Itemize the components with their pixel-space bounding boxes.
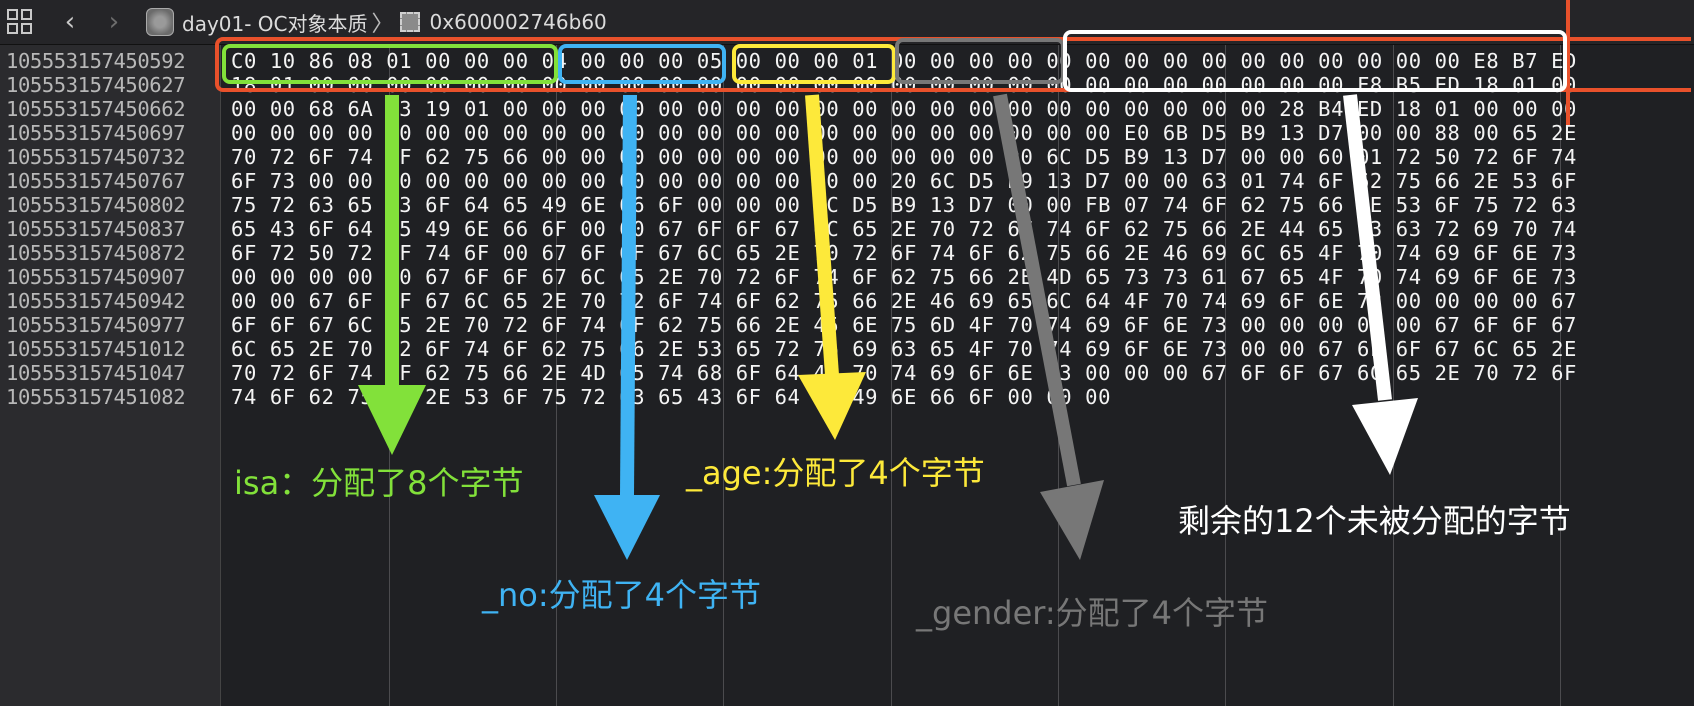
gender-arrow (993, 93, 1104, 560)
no-label: _no:分配了4个字节 (482, 576, 762, 614)
remaining-arrow (1343, 94, 1418, 475)
age-label: _age:分配了4个字节 (686, 454, 985, 492)
no-arrow (594, 94, 660, 560)
gender-label: _gender:分配了4个字节 (916, 594, 1269, 632)
annotation-arrows (358, 93, 1418, 560)
remaining-label: 剩余的12个未被分配的字节 (1178, 502, 1571, 540)
age-arrow (798, 94, 866, 440)
isa-label: isa：分配了8个字节 (234, 464, 524, 502)
isa-arrow (358, 95, 426, 455)
